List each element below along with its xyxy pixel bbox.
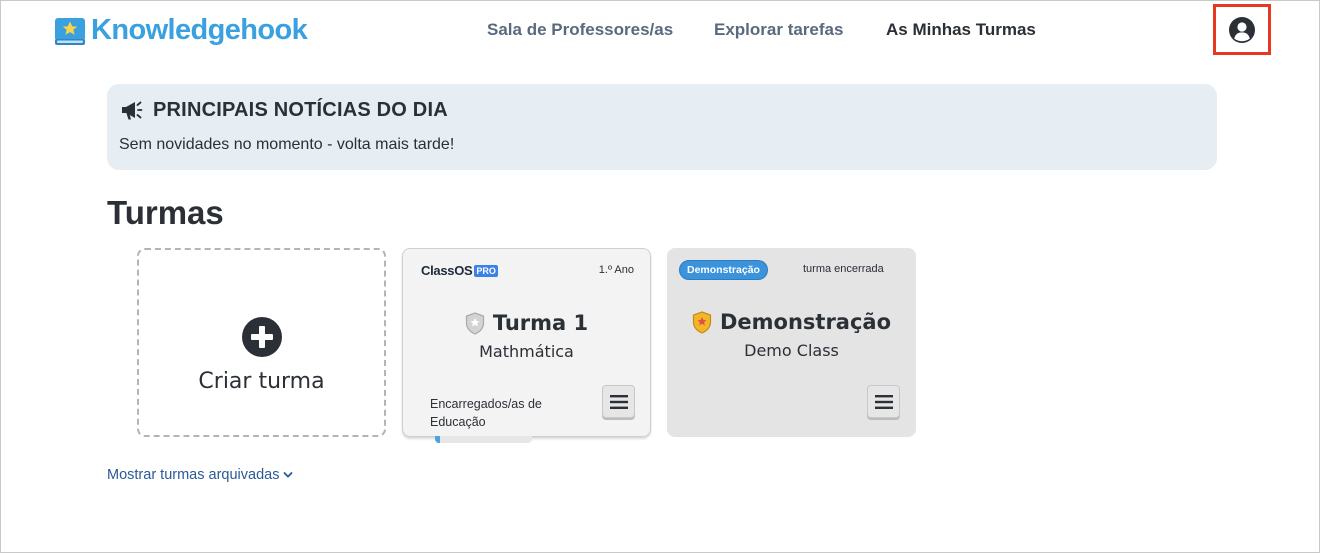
demo-badge: Demonstração: [679, 260, 768, 280]
classos-logo: ClassOS PRO: [421, 263, 498, 278]
show-archived-classes-link[interactable]: Mostrar turmas arquivadas: [107, 467, 294, 483]
demo-class-card[interactable]: Demonstração turma encerrada Demonstraçã…: [667, 248, 916, 437]
class-title: Turma 1: [492, 311, 589, 335]
book-star-icon: [55, 17, 85, 45]
nav-my-classes[interactable]: As Minhas Turmas: [886, 20, 1036, 40]
class-subject: Mathmática: [479, 342, 574, 361]
logo-text: Knowledgehook: [91, 14, 308, 46]
hamburger-menu-icon: [874, 394, 893, 409]
demo-menu-button[interactable]: [867, 385, 900, 418]
megaphone-icon: [122, 101, 143, 120]
user-circle-icon: [1229, 16, 1255, 43]
news-title: PRINCIPAIS NOTÍCIAS DO DIA: [153, 98, 448, 121]
profile-button[interactable]: [1213, 4, 1271, 55]
class-card-turma-1[interactable]: ClassOS PRO 1.º Ano Turma 1 Mathmática E…: [402, 248, 651, 437]
nav-staff-room[interactable]: Sala de Professores/as: [487, 20, 673, 40]
create-class-card[interactable]: Criar turma: [137, 248, 386, 437]
class-closed-status: turma encerrada: [803, 263, 884, 275]
hamburger-menu-icon: [609, 394, 628, 409]
demo-subtitle: Demo Class: [744, 341, 839, 360]
news-banner: PRINCIPAIS NOTÍCIAS DO DIA Sem novidades…: [107, 84, 1217, 170]
gold-shield-icon: [692, 310, 712, 334]
logo[interactable]: Knowledgehook: [54, 14, 308, 47]
demo-title: Demonstração: [719, 310, 892, 334]
archived-link-label: Mostrar turmas arquivadas: [107, 467, 280, 483]
create-class-label: Criar turma: [198, 369, 325, 394]
nav-explore-tasks[interactable]: Explorar tarefas: [714, 20, 843, 40]
parents-label[interactable]: Encarregados/as de Educação: [430, 395, 570, 431]
class-progress-fill: [435, 436, 440, 443]
classos-brand: ClassOS: [421, 263, 473, 278]
chevron-down-icon: [284, 472, 293, 478]
classes-title: Turmas: [107, 194, 224, 231]
class-progress-bar: [435, 436, 532, 443]
shield-icon: [465, 311, 484, 335]
class-year: 1.º Ano: [598, 264, 634, 276]
class-menu-button[interactable]: [602, 385, 635, 418]
pro-badge: PRO: [474, 264, 498, 277]
news-body: Sem novidades no momento - volta mais ta…: [119, 136, 455, 153]
plus-circle-icon: [241, 317, 282, 357]
